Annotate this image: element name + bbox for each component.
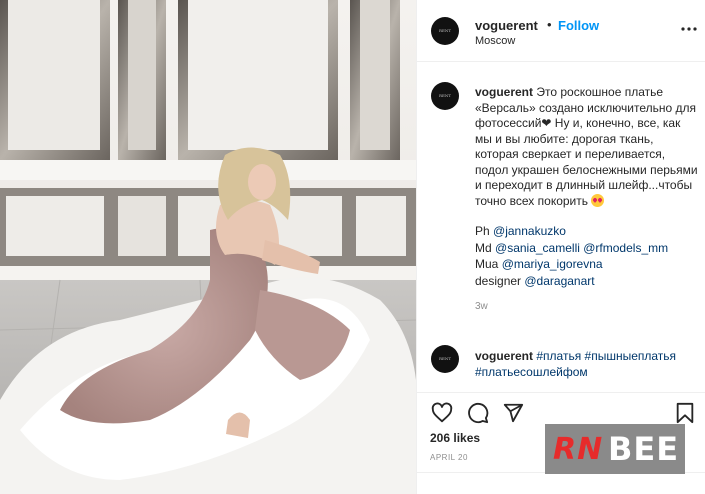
share-icon[interactable]	[502, 402, 524, 424]
credit-role: Md	[475, 240, 492, 255]
header-separator: •	[547, 17, 552, 32]
comment-username[interactable]: voguerent	[475, 349, 533, 363]
comment-item: voguerent #платья #пышныеплатья #платьес…	[475, 349, 699, 380]
watermark-left: RN	[553, 432, 604, 467]
location-link[interactable]: Moscow	[475, 35, 515, 47]
heart-icon[interactable]	[431, 402, 453, 424]
watermark-right: BEE	[608, 430, 680, 468]
caption: voguerent Это роскошное платье «Версаль»…	[475, 85, 699, 315]
comment-avatar[interactable]: RENT SERVICE	[431, 345, 459, 373]
header-username[interactable]: voguerent	[475, 18, 538, 33]
bookmark-icon[interactable]	[674, 402, 696, 424]
more-options-icon[interactable]	[680, 22, 698, 36]
heart-eyes-icon	[591, 193, 605, 207]
add-comment-bar[interactable]	[416, 472, 705, 494]
caption-timestamp: 3w	[475, 301, 488, 312]
credit-role: designer	[475, 273, 522, 288]
mention-link[interactable]: @jannakuzko	[493, 224, 566, 238]
mention-link[interactable]: @rfmodels_mm	[583, 241, 668, 255]
post-header: RENT SERVICE voguerent • Follow Moscow	[417, 0, 705, 62]
post-image	[0, 0, 416, 494]
caption-credits: Ph @jannakuzko Md @sania_camelli @rfmode…	[475, 223, 699, 289]
credit-line-mua: Mua @mariya_igorevna	[475, 256, 699, 273]
mention-link[interactable]: @mariya_igorevna	[502, 257, 603, 271]
post-photo[interactable]	[0, 0, 416, 494]
credit-line-ph: Ph @jannakuzko	[475, 223, 699, 240]
credit-line-md: Md @sania_camelli @rfmodels_mm	[475, 240, 699, 257]
caption-username[interactable]: voguerent	[475, 85, 533, 99]
caption-text: Это роскошное платье «Версаль» создано и…	[475, 85, 698, 208]
avatar[interactable]: RENT SERVICE	[431, 17, 459, 45]
credit-role: Mua	[475, 257, 499, 271]
comments-section[interactable]: RENT SERVICE voguerent Это роскошное пла…	[417, 62, 705, 392]
mention-link[interactable]: @sania_camelli	[495, 241, 580, 255]
post-side-panel: RENT SERVICE voguerent • Follow Moscow R…	[416, 0, 705, 494]
credit-line-designer: designer @daraganart	[475, 273, 699, 290]
follow-button[interactable]: Follow	[558, 18, 599, 33]
mention-link[interactable]: @daraganart	[524, 274, 594, 288]
caption-avatar[interactable]: RENT SERVICE	[431, 82, 459, 110]
comment-icon[interactable]	[467, 402, 489, 424]
watermark-logo: RN BEE	[545, 424, 685, 474]
caption-body: voguerent Это роскошное платье «Версаль»…	[475, 85, 699, 209]
post-date: APRIL 20	[430, 453, 468, 462]
likes-count[interactable]: 206 likes	[430, 431, 480, 445]
credit-role: Ph	[475, 224, 490, 238]
